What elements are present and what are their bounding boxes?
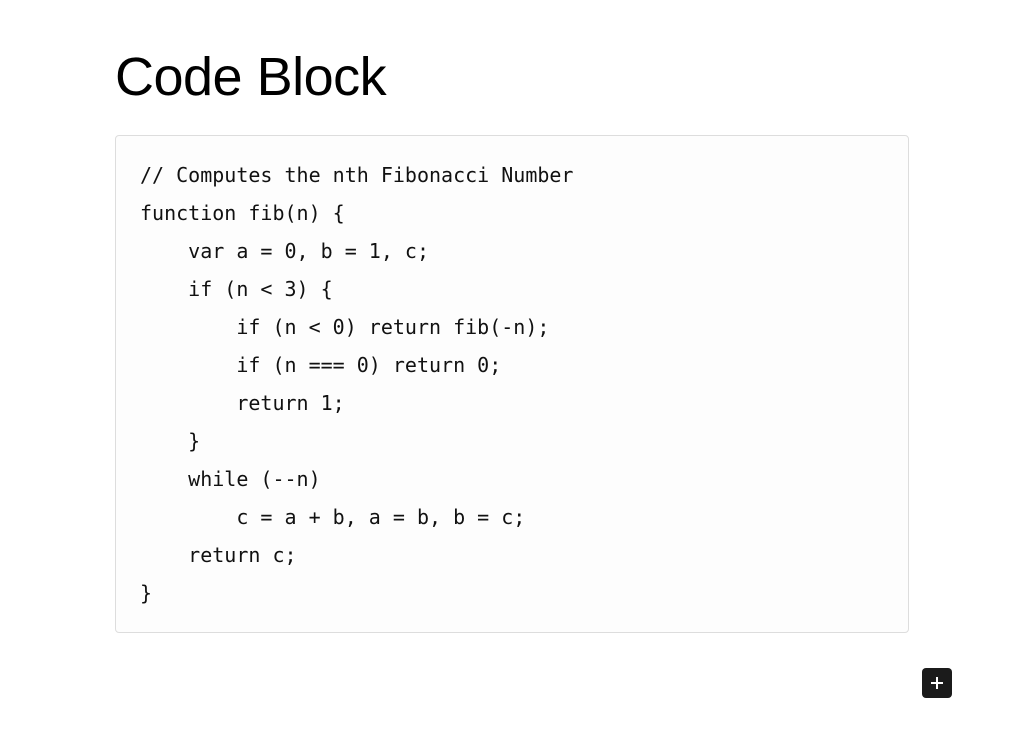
plus-icon bbox=[929, 675, 945, 691]
page-title: Code Block bbox=[115, 48, 909, 107]
add-block-button[interactable] bbox=[922, 668, 952, 698]
code-block[interactable]: // Computes the nth Fibonacci Number fun… bbox=[115, 135, 909, 633]
